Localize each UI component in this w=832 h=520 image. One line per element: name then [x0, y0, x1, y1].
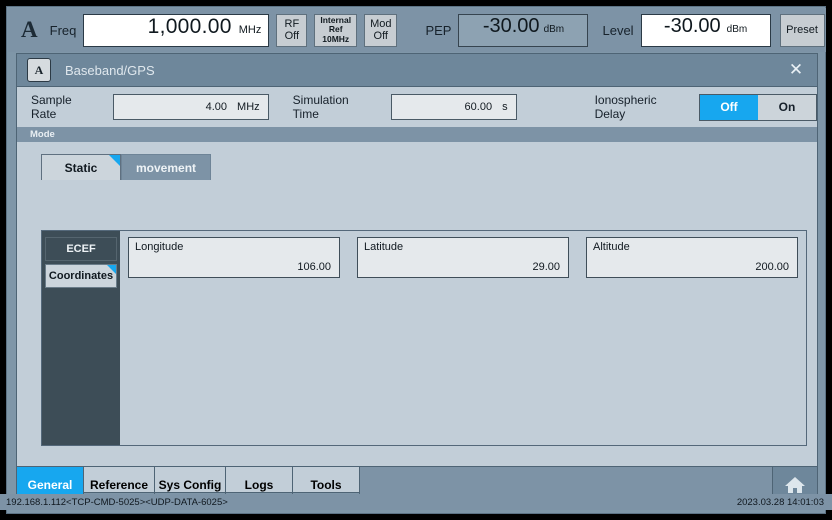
top-status-bar: A Freq 1,000.00 MHz RF Off Internal Ref …: [8, 8, 826, 52]
frequency-unit: MHz: [238, 23, 262, 36]
coordinate-fields: Longitude 106.00 Latitude 29.00 Altitude…: [120, 231, 806, 445]
rf-line1: RF: [284, 17, 300, 30]
baseband-gps-dialog: A Baseband/GPS ✕ Sample Rate 4.00 MHz Si…: [16, 53, 818, 506]
tab-logs-label: Logs: [244, 478, 274, 492]
active-corner-icon: [107, 265, 116, 274]
ionospheric-delay-toggle[interactable]: Off On: [698, 93, 817, 121]
longitude-label: Longitude: [135, 241, 184, 253]
frequency-field[interactable]: 1,000.00 MHz: [83, 13, 270, 47]
level-value: -30.00: [663, 14, 721, 37]
mod-toggle-button[interactable]: Mod Off: [364, 13, 398, 47]
sidetab-coordinates[interactable]: Coordinates: [45, 264, 117, 288]
longitude-field[interactable]: Longitude 106.00: [128, 237, 340, 278]
iono-on-option[interactable]: On: [757, 94, 816, 120]
instrument-panel: A Freq 1,000.00 MHz RF Off Internal Ref …: [6, 6, 826, 514]
tab-movement-label: movement: [136, 160, 197, 175]
channel-letter: A: [21, 17, 38, 42]
close-icon[interactable]: ✕: [783, 57, 809, 83]
mode-content-panel: ECEF Coordinates Longitude 106.00 Latitu…: [41, 230, 807, 446]
latitude-value: 29.00: [532, 261, 560, 273]
sidetab-coordinates-label: Coordinates: [48, 270, 114, 282]
latitude-label: Latitude: [364, 241, 404, 253]
preset-button[interactable]: Preset: [779, 13, 825, 47]
tab-static-label: Static: [64, 160, 98, 175]
level-field[interactable]: -30.00 dBm: [640, 13, 771, 47]
tab-sys-config-label: Sys Config: [158, 478, 222, 492]
frequency-value: 1,000.00: [147, 14, 232, 38]
simulation-time-value: 60.00: [464, 101, 493, 113]
dialog-title: Baseband/GPS: [65, 62, 155, 78]
simulation-time-label: Simulation Time: [292, 93, 349, 121]
bezel: A Freq 1,000.00 MHz RF Off Internal Ref …: [0, 0, 832, 520]
simulation-time-input[interactable]: 60.00 s: [390, 94, 517, 120]
tab-general-label: General: [27, 478, 73, 492]
rf-toggle-button[interactable]: RF Off: [276, 13, 308, 47]
mode-header-label: Mode: [30, 129, 55, 140]
tab-movement[interactable]: movement: [121, 154, 212, 180]
tab-tools-label: Tools: [310, 478, 342, 492]
iono-off-option[interactable]: Off: [699, 94, 758, 120]
sample-rate-value: 4.00: [205, 101, 228, 113]
active-corner-icon: [109, 155, 120, 166]
pep-unit: dBm: [543, 23, 565, 35]
sidetab-ecef-label: ECEF: [66, 243, 96, 255]
home-icon: [785, 477, 805, 493]
pep-label: PEP: [425, 22, 452, 38]
rf-line2: Off: [284, 30, 300, 42]
mod-line1: Mod: [370, 17, 392, 30]
level-unit: dBm: [726, 23, 748, 35]
dialog-title-bar: A Baseband/GPS ✕: [17, 54, 817, 87]
altitude-value: 200.00: [755, 261, 789, 273]
simulation-time-unit: s: [502, 101, 508, 113]
settings-row: Sample Rate 4.00 MHz Simulation Time 60.…: [17, 87, 817, 127]
coordinate-side-tabs: ECEF Coordinates: [42, 231, 120, 445]
longitude-value: 106.00: [297, 261, 331, 273]
pep-value: -30.00: [482, 14, 540, 37]
altitude-field[interactable]: Altitude 200.00: [586, 237, 798, 278]
latitude-field[interactable]: Latitude 29.00: [357, 237, 569, 278]
connection-status: 192.168.1.112<TCP-CMD-5025><UDP-DATA-602…: [6, 496, 228, 508]
pep-field: -30.00 dBm: [458, 13, 589, 47]
sample-rate-label: Sample Rate: [31, 93, 72, 121]
datetime-display: 2023.03.28 14:01:03: [736, 496, 824, 508]
mod-line2: Off: [373, 30, 388, 42]
mode-section-header: Mode: [17, 127, 817, 142]
level-label: Level: [602, 22, 634, 38]
ref-line3: 10MHz: [322, 33, 350, 44]
altitude-label: Altitude: [593, 241, 630, 253]
freq-label: Freq: [49, 22, 77, 38]
mode-tab-strip: Static movement: [17, 152, 817, 180]
sample-rate-unit: MHz: [237, 101, 260, 113]
device-screen: A Freq 1,000.00 MHz RF Off Internal Ref …: [0, 0, 832, 520]
ionospheric-delay-label: Ionospheric Delay: [594, 93, 657, 121]
tab-static[interactable]: Static: [41, 154, 121, 180]
status-bar: 192.168.1.112<TCP-CMD-5025><UDP-DATA-602…: [0, 494, 832, 510]
reference-button[interactable]: Internal Ref 10MHz: [314, 13, 358, 47]
dialog-channel-badge: A: [27, 58, 51, 82]
tab-reference-label: Reference: [89, 478, 149, 492]
sample-rate-input[interactable]: 4.00 MHz: [113, 94, 269, 120]
sidetab-ecef[interactable]: ECEF: [45, 237, 117, 261]
